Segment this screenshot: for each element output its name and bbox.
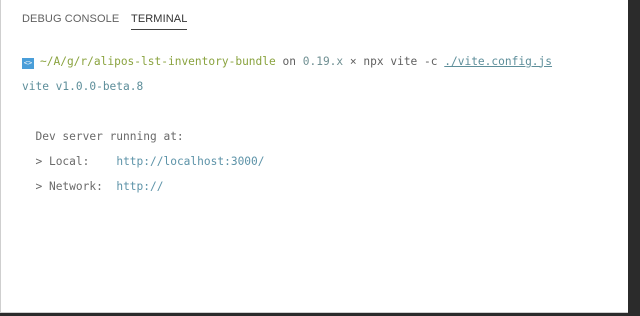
local-url-link[interactable]: http://localhost:3000/ <box>116 155 264 168</box>
prompt-on: on <box>282 54 296 68</box>
prompt-badge-icon: <> <box>22 57 34 69</box>
prompt-path: ~/A/g/r/alipos-lst-inventory-bundle <box>40 54 276 68</box>
network-url-link[interactable]: http:// <box>116 180 163 193</box>
dev-server-line: Dev server running at: <box>22 129 552 144</box>
prompt-command: npx vite -c <box>363 54 438 68</box>
prompt-version: 0.19.x <box>302 54 344 68</box>
panel-tab-bar: DEBUG CONSOLE TERMINAL <box>1 0 628 34</box>
prompt-separator: × <box>349 54 357 68</box>
tab-debug-console[interactable]: DEBUG CONSOLE <box>22 13 119 29</box>
local-label: > Local: <box>35 154 90 168</box>
network-label: > Network: <box>35 179 103 193</box>
tab-terminal[interactable]: TERMINAL <box>131 13 188 30</box>
prompt-line: <> ~/A/g/r/alipos-lst-inventory-bundle on… <box>22 54 552 69</box>
terminal-output[interactable]: <> ~/A/g/r/alipos-lst-inventory-bundle on… <box>22 43 552 218</box>
network-line: > Network: http:// <box>22 179 552 194</box>
config-path-link[interactable]: ./vite.config.js <box>444 55 552 68</box>
vite-version-line: vite v1.0.0-beta.8 <box>22 79 144 93</box>
dev-server-text: Dev server running at: <box>35 129 184 143</box>
local-line: > Local: http://localhost:3000/ <box>22 154 552 169</box>
panel: DEBUG CONSOLE TERMINAL <> ~/A/g/r/alipos-… <box>0 0 628 313</box>
